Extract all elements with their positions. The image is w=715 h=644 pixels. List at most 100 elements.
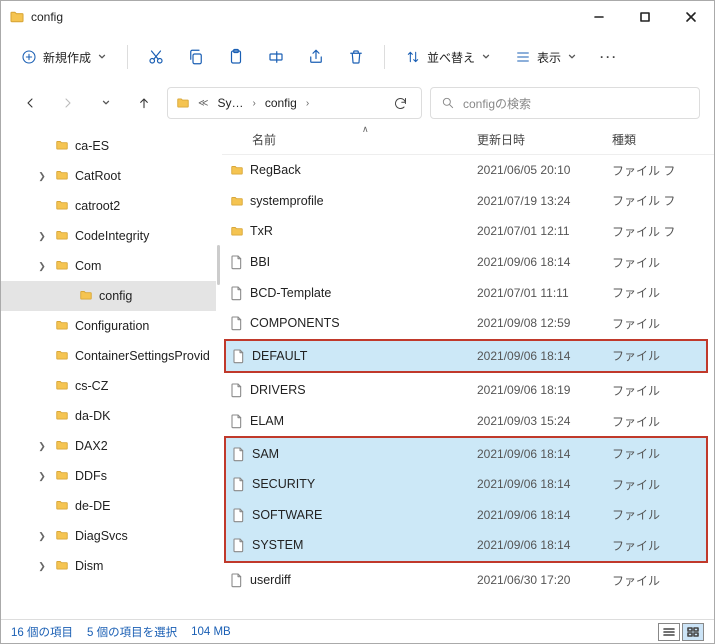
minimize-button[interactable]: [576, 1, 622, 33]
recent-dropdown[interactable]: [91, 88, 121, 118]
file-row[interactable]: TxR2021/07/01 12:11ファイル フ: [222, 216, 714, 247]
folder-icon: [53, 528, 71, 545]
file-type: ファイル: [612, 537, 706, 554]
tree-item-label: Configuration: [75, 319, 149, 333]
tree-item-label: catroot2: [75, 199, 120, 213]
file-row[interactable]: systemprofile2021/07/19 13:24ファイル フ: [222, 186, 714, 217]
copy-button[interactable]: [178, 41, 214, 73]
share-button[interactable]: [298, 41, 334, 73]
file-row[interactable]: BBI2021/09/06 18:14ファイル: [222, 247, 714, 278]
view-button[interactable]: 表示: [505, 41, 587, 73]
expand-icon[interactable]: ❯: [35, 441, 49, 452]
tree-item-label: config: [99, 289, 132, 303]
new-button[interactable]: 新規作成: [11, 41, 117, 73]
tree-item[interactable]: ContainerSettingsProvid: [1, 341, 216, 371]
search-box[interactable]: configの検索: [430, 87, 700, 119]
tree-item-label: CatRoot: [75, 169, 121, 183]
tree-item[interactable]: ❯Dism: [1, 551, 216, 581]
tree-item-label: CodeIntegrity: [75, 229, 149, 243]
folder-tree[interactable]: ca-ES ❯ CatRoot catroot2 ❯ CodeIntegrity ❯Com c…: [1, 125, 216, 619]
chevron-icon[interactable]: ›: [250, 98, 257, 109]
file-row[interactable]: BCD-Template2021/07/01 11:11ファイル: [222, 277, 714, 308]
file-date: 2021/09/06 18:14: [477, 508, 612, 522]
tree-item[interactable]: da-DK: [1, 401, 216, 431]
col-type[interactable]: 種類: [612, 131, 714, 148]
maximize-button[interactable]: [622, 1, 668, 33]
expand-icon[interactable]: ❯: [35, 231, 49, 242]
file-row[interactable]: SOFTWARE2021/09/06 18:14ファイル: [226, 500, 706, 531]
breadcrumb-segment[interactable]: Sy…: [214, 94, 246, 112]
column-headers[interactable]: ∧ 名前 更新日時 種類: [222, 125, 714, 155]
tree-item[interactable]: ❯ CatRoot: [1, 161, 216, 191]
forward-button[interactable]: [53, 88, 83, 118]
file-row[interactable]: SAM2021/09/06 18:14ファイル: [226, 438, 706, 469]
file-date: 2021/09/06 18:14: [477, 447, 612, 461]
file-type: ファイル フ: [612, 223, 714, 240]
tree-item[interactable]: catroot2: [1, 191, 216, 221]
tree-item[interactable]: ❯DiagSvcs: [1, 521, 216, 551]
tree-item[interactable]: ❯DDFs: [1, 461, 216, 491]
expand-icon[interactable]: ❯: [35, 531, 49, 542]
file-type: ファイル: [612, 445, 706, 462]
folder-icon: [9, 9, 25, 25]
file-icon: [230, 348, 252, 364]
folder-icon: [53, 498, 71, 515]
rename-button[interactable]: [258, 41, 294, 73]
file-row[interactable]: DEFAULT2021/09/06 18:14ファイル: [226, 341, 706, 372]
close-button[interactable]: [668, 1, 714, 33]
sort-button[interactable]: 並べ替え: [395, 41, 501, 73]
file-row[interactable]: SYSTEM2021/09/06 18:14ファイル: [226, 530, 706, 561]
file-type: ファイル: [612, 284, 714, 301]
back-button[interactable]: [15, 88, 45, 118]
file-date: 2021/07/01 11:11: [477, 286, 612, 300]
chevron-icon[interactable]: ›: [304, 98, 311, 109]
file-row[interactable]: RegBack2021/06/05 20:10ファイル フ: [222, 155, 714, 186]
splitter[interactable]: [216, 125, 222, 619]
tree-item[interactable]: de-DE: [1, 491, 216, 521]
file-type: ファイル: [612, 476, 706, 493]
file-row[interactable]: ELAM2021/09/03 15:24ファイル: [222, 406, 714, 437]
view-icons-button[interactable]: [682, 623, 704, 641]
view-details-button[interactable]: [658, 623, 680, 641]
tree-item-label: cs-CZ: [75, 379, 108, 393]
highlight-group: DEFAULT2021/09/06 18:14ファイル: [224, 339, 708, 374]
tree-item-label: da-DK: [75, 409, 110, 423]
expand-icon[interactable]: ❯: [35, 261, 49, 272]
search-icon: [441, 96, 455, 110]
folder-icon: [53, 228, 71, 245]
paste-button[interactable]: [218, 41, 254, 73]
expand-icon[interactable]: ❯: [35, 561, 49, 572]
window-title: config: [31, 10, 576, 24]
expand-icon[interactable]: ❯: [35, 471, 49, 482]
refresh-button[interactable]: [385, 88, 415, 118]
up-button[interactable]: [129, 88, 159, 118]
expand-icon[interactable]: ❯: [35, 171, 49, 182]
breadcrumb-segment[interactable]: config: [262, 94, 300, 112]
tree-item[interactable]: ❯ DAX2: [1, 431, 216, 461]
file-row[interactable]: SECURITY2021/09/06 18:14ファイル: [226, 469, 706, 500]
tree-item[interactable]: Configuration: [1, 311, 216, 341]
col-name[interactable]: 名前: [222, 131, 477, 148]
cut-button[interactable]: [138, 41, 174, 73]
tree-item[interactable]: ❯ CodeIntegrity: [1, 221, 216, 251]
file-row[interactable]: userdiff2021/06/30 17:20ファイル: [222, 565, 714, 596]
file-type: ファイル: [612, 506, 706, 523]
tree-item[interactable]: cs-CZ: [1, 371, 216, 401]
chevron-icon[interactable]: ≪: [196, 98, 210, 109]
more-button[interactable]: ···: [591, 41, 627, 73]
tree-item-label: DAX2: [75, 439, 108, 453]
file-type: ファイル: [612, 382, 714, 399]
col-date[interactable]: 更新日時: [477, 131, 612, 148]
sort-label: 並べ替え: [427, 49, 475, 66]
folder-icon: [53, 348, 71, 365]
address-bar[interactable]: ≪ Sy… › config ›: [167, 87, 422, 119]
tree-item[interactable]: ca-ES: [1, 131, 216, 161]
tree-item[interactable]: ❯Com: [1, 251, 216, 281]
status-size: 104 MB: [191, 626, 231, 638]
delete-button[interactable]: [338, 41, 374, 73]
file-row[interactable]: DRIVERS2021/09/06 18:19ファイル: [222, 375, 714, 406]
file-list[interactable]: RegBack2021/06/05 20:10ファイル フsystemprofi…: [222, 155, 714, 619]
file-row[interactable]: COMPONENTS2021/09/08 12:59ファイル: [222, 308, 714, 339]
tree-item[interactable]: config: [1, 281, 216, 311]
folder-icon: [77, 288, 95, 305]
